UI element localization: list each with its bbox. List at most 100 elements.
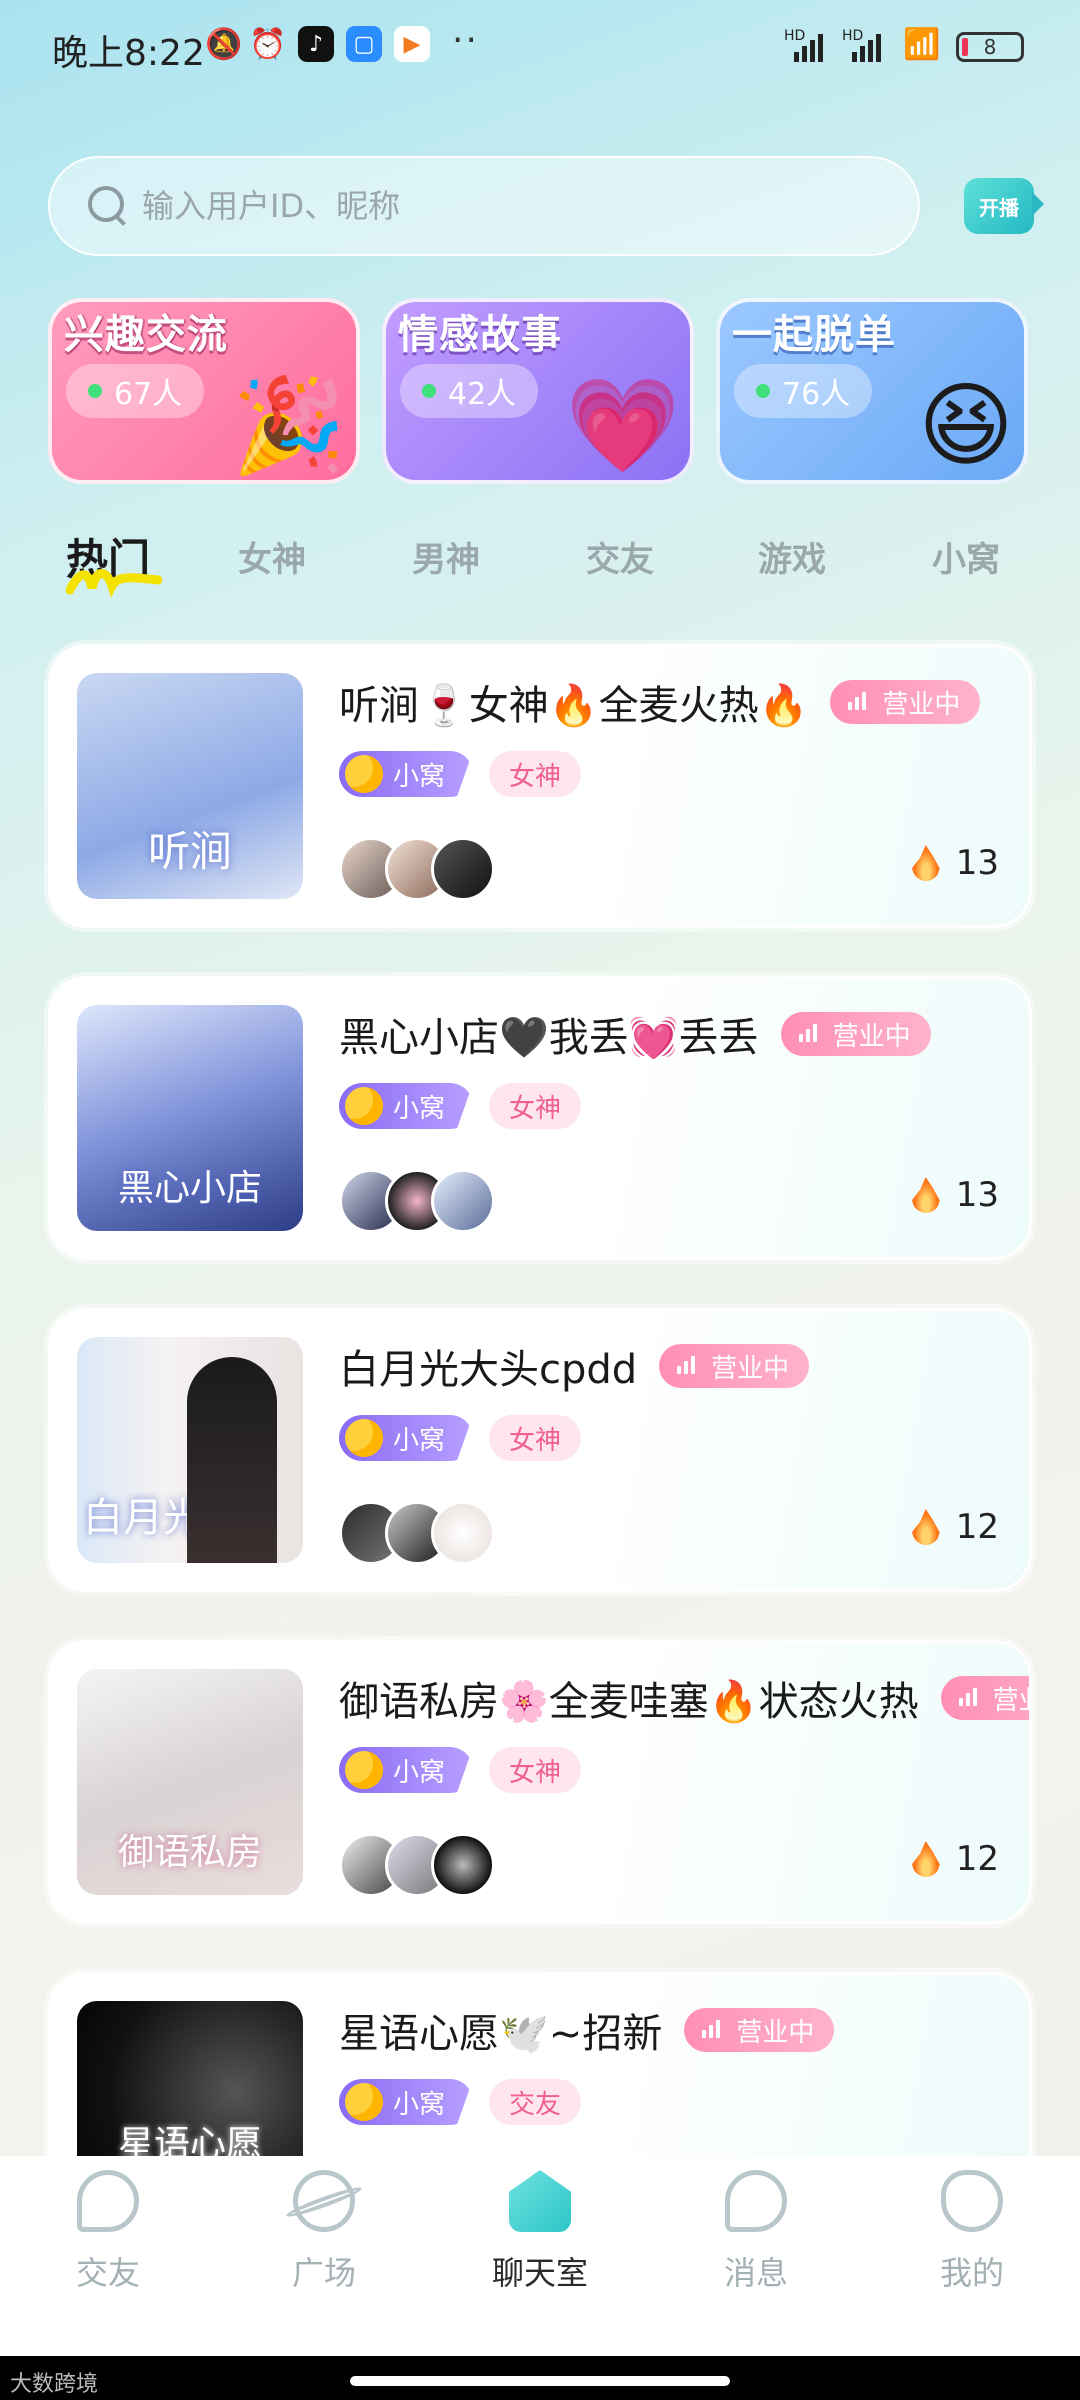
category-tabs: 热门 女神 男神 交友 游戏 小窝 bbox=[0, 532, 1080, 592]
wifi-icon: 📶 bbox=[903, 26, 941, 62]
signal-icon: HD bbox=[784, 28, 834, 62]
room-title: 听涧🍷女神🔥全麦火热🔥 bbox=[339, 683, 809, 729]
nav-label: 消息 bbox=[723, 2254, 788, 2292]
nav-friends[interactable]: 交友 bbox=[48, 2170, 168, 2294]
search-icon bbox=[86, 184, 130, 228]
tag-nest: 小窝 bbox=[339, 751, 474, 797]
party-popper-icon: 🎉 bbox=[231, 372, 346, 479]
room-cover: 白月光 bbox=[77, 1337, 303, 1563]
tag-nest: 小窝 bbox=[339, 1083, 474, 1129]
avatar bbox=[431, 1833, 495, 1897]
tag-type: 女神 bbox=[489, 1747, 582, 1793]
tag-nest-label: 小窝 bbox=[393, 1757, 446, 1788]
status-bar: 晚上8:22 🔕 ⏰ ♪ ▢ ▶ ·· HD HD 📶 8 bbox=[0, 0, 1080, 96]
cover-title: 黑心小店 bbox=[117, 1168, 262, 1209]
member-avatars bbox=[339, 1501, 495, 1565]
tab-active-indicator bbox=[66, 569, 162, 598]
profile-icon bbox=[941, 2170, 1003, 2232]
status-badge: 营业中 bbox=[780, 1012, 931, 1056]
avatar bbox=[431, 1501, 495, 1565]
status-badge: 营业中 bbox=[830, 680, 981, 724]
start-live-button[interactable]: 开播 bbox=[964, 178, 1044, 234]
status-label: 营业中 bbox=[882, 689, 961, 720]
room-card[interactable]: 听涧 听涧🍷女神🔥全麦火热🔥 营业中 小窝 女神 13 bbox=[48, 644, 1032, 928]
tag-nest: 小窝 bbox=[339, 1747, 474, 1793]
category-title: 一起脱单 bbox=[732, 312, 896, 358]
live-bars-icon bbox=[958, 1688, 977, 1706]
category-title: 情感故事 bbox=[398, 312, 562, 358]
moon-icon bbox=[345, 2083, 383, 2121]
tag-type: 女神 bbox=[489, 751, 582, 797]
tab-friends[interactable]: 交友 bbox=[586, 532, 654, 581]
room-card[interactable]: 白月光 白月光大头cpdd 营业中 小窝 女神 12 bbox=[48, 1308, 1032, 1592]
tag-nest-label: 小窝 bbox=[393, 2089, 446, 2120]
live-bars-icon bbox=[677, 1356, 696, 1374]
avatar bbox=[431, 837, 495, 901]
cover-title: 听涧 bbox=[147, 827, 232, 876]
nav-label: 广场 bbox=[291, 2254, 356, 2292]
category-online-count: 76人 bbox=[734, 364, 873, 418]
tab-nest[interactable]: 小窝 bbox=[932, 532, 1000, 581]
heart-icon: 💗 bbox=[565, 372, 680, 479]
room-heat: 12 bbox=[911, 1507, 999, 1547]
status-label: 营业中 bbox=[992, 1685, 1029, 1716]
nav-profile[interactable]: 我的 bbox=[912, 2170, 1032, 2294]
room-title: 黑心小店🖤我丢💓丢丢 bbox=[339, 1015, 759, 1061]
search-input[interactable] bbox=[142, 187, 918, 225]
tab-games[interactable]: 游戏 bbox=[758, 532, 826, 581]
heat-count: 12 bbox=[955, 1507, 999, 1547]
category-card-dating[interactable]: 一起脱单 76人 😆 bbox=[716, 298, 1028, 484]
watermark: 大数跨境 bbox=[10, 2372, 99, 2397]
flame-icon bbox=[911, 1177, 940, 1213]
member-avatars bbox=[339, 1833, 495, 1897]
nav-label: 我的 bbox=[939, 2254, 1004, 2292]
tab-god[interactable]: 男神 bbox=[412, 532, 480, 581]
room-heat: 13 bbox=[911, 843, 999, 883]
mute-icon: 🔕 bbox=[205, 26, 243, 62]
status-time: 晚上8:22 bbox=[52, 33, 205, 74]
bottom-navigation: 交友 广场 聊天室 消息 我的 bbox=[0, 2156, 1080, 2356]
tag-nest: 小窝 bbox=[339, 2079, 474, 2125]
search-bar[interactable] bbox=[48, 156, 920, 256]
category-card-emotion[interactable]: 情感故事 42人 💗 bbox=[382, 298, 694, 484]
nav-messages[interactable]: 消息 bbox=[696, 2170, 816, 2294]
message-icon bbox=[725, 2170, 787, 2232]
room-cover: 听涧 bbox=[77, 673, 303, 899]
heat-count: 13 bbox=[955, 1175, 999, 1215]
avatar bbox=[431, 1169, 495, 1233]
category-title: 兴趣交流 bbox=[64, 312, 228, 358]
battery-level: 8 bbox=[983, 35, 997, 59]
tag-nest-label: 小窝 bbox=[393, 1093, 446, 1124]
tag-nest: 小窝 bbox=[339, 1415, 474, 1461]
heat-count: 13 bbox=[955, 843, 999, 883]
member-avatars bbox=[339, 837, 495, 901]
chat-bubbles-icon: 😆 bbox=[918, 372, 1014, 479]
status-badge: 营业中 bbox=[940, 1676, 1029, 1720]
status-badge: 营业中 bbox=[659, 1344, 810, 1388]
tag-nest-label: 小窝 bbox=[393, 761, 446, 792]
room-card[interactable]: 黑心小店 黑心小店🖤我丢💓丢丢 营业中 小窝 女神 13 bbox=[48, 976, 1032, 1260]
signal-icon-2: HD bbox=[842, 28, 892, 62]
tag-nest-label: 小窝 bbox=[393, 1425, 446, 1456]
room-cover: 御语私房 bbox=[77, 1669, 303, 1895]
app-blue-icon: ▢ bbox=[346, 26, 382, 62]
tag-type: 交友 bbox=[489, 2079, 582, 2125]
flame-icon bbox=[911, 845, 940, 881]
battery-icon: 8 bbox=[956, 32, 1024, 62]
room-heat: 12 bbox=[911, 1839, 999, 1879]
room-card[interactable]: 御语私房 御语私房🌸全麦哇塞🔥状态火热 营业中 小窝 女神 12 bbox=[48, 1640, 1032, 1924]
home-indicator[interactable] bbox=[350, 2376, 730, 2386]
nav-chatroom[interactable]: 聊天室 bbox=[480, 2170, 600, 2294]
tag-type: 女神 bbox=[489, 1415, 582, 1461]
category-card-interest[interactable]: 兴趣交流 67人 🎉 bbox=[48, 298, 360, 484]
alarm-icon: ⏰ bbox=[249, 26, 287, 62]
tiktok-icon: ♪ bbox=[298, 26, 334, 62]
tab-goddess[interactable]: 女神 bbox=[238, 532, 306, 581]
more-notifications-icon: ·· bbox=[452, 20, 479, 61]
cover-title: 御语私房 bbox=[117, 1832, 262, 1873]
nav-square[interactable]: 广场 bbox=[264, 2170, 384, 2294]
live-bars-icon bbox=[798, 1024, 817, 1042]
member-avatars bbox=[339, 1169, 495, 1233]
room-cover: 黑心小店 bbox=[77, 1005, 303, 1231]
flame-icon bbox=[911, 1509, 940, 1545]
